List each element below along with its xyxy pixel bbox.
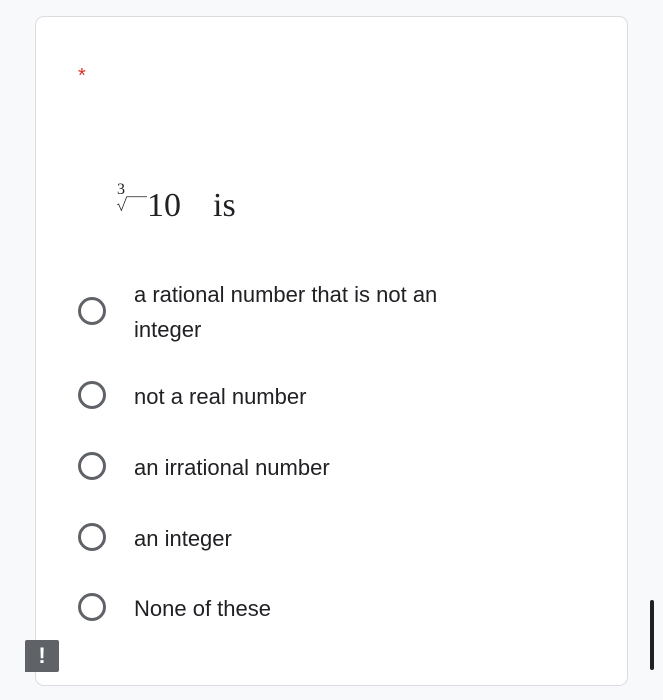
option-not-real-number[interactable]: not a real number [78,379,504,414]
radicand-value: 10 [147,187,181,224]
radio-button[interactable] [78,297,106,325]
option-rational-non-integer[interactable]: a rational number that is not an integer [78,277,504,347]
option-none-of-these[interactable]: None of these [78,591,504,626]
option-label: None of these [134,596,271,621]
option-label: a rational number that is not an integer [134,282,438,342]
radio-button[interactable] [78,593,106,621]
option-irrational-number[interactable]: an irrational number [78,450,504,485]
option-label: not a real number [134,384,307,409]
page-scrollbar[interactable] [650,600,654,670]
radio-button[interactable] [78,523,106,551]
option-label: an integer [134,526,232,551]
question-card [35,16,628,686]
question-text: is [213,187,236,224]
radio-button[interactable] [78,381,106,409]
radical-sign-icon [117,196,147,212]
required-asterisk: * [78,65,86,87]
option-label: an irrational number [134,455,330,480]
feedback-alert-button[interactable]: ! [25,640,59,672]
option-integer[interactable]: an integer [78,521,504,556]
radio-button[interactable] [78,452,106,480]
